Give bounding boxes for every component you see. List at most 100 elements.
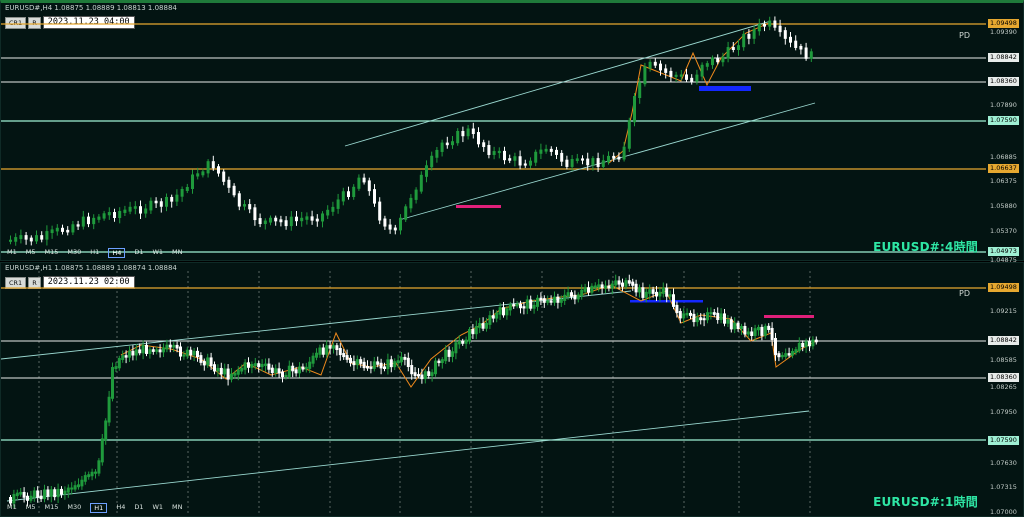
h4-candle-body — [232, 185, 236, 196]
h4-candle-body — [154, 200, 158, 204]
h1-candle-body — [209, 357, 213, 367]
h4-candle-body — [123, 209, 127, 213]
tf-mn[interactable]: MN — [172, 503, 182, 513]
h1-candle-body — [213, 364, 216, 372]
h1-candle-body — [355, 359, 359, 366]
h1-candle-body — [107, 396, 111, 423]
h1-candle-body — [794, 349, 798, 354]
price-tick: 1.07315 — [990, 483, 1017, 491]
h1-candle-body — [32, 490, 36, 498]
price-plot[interactable] — [1, 263, 986, 516]
h1-candle-body — [427, 371, 431, 376]
price-plot[interactable] — [1, 3, 986, 261]
pd-label: PD — [959, 289, 970, 298]
tf-h4[interactable]: H4 — [108, 248, 126, 258]
price-label: 1.08360 — [988, 77, 1019, 86]
h1-candle-body — [70, 487, 74, 490]
tf-d1[interactable]: D1 — [134, 503, 143, 513]
h1-candle-body — [90, 471, 94, 477]
tf-m5[interactable]: M5 — [26, 248, 36, 258]
h1-candle-body — [600, 284, 604, 289]
tf-h1[interactable]: H1 — [90, 248, 99, 258]
h1-candle-body — [301, 366, 305, 370]
h4-candle-body — [128, 206, 132, 212]
tf-m15[interactable]: M15 — [45, 248, 59, 258]
h4-candle-body — [477, 132, 480, 145]
h1-candle-body — [417, 374, 420, 377]
h4-candle-body — [768, 20, 772, 27]
h1-candle-body — [264, 363, 267, 366]
tf-m5[interactable]: M5 — [26, 503, 36, 513]
h4-candle-body — [633, 96, 636, 123]
h4-candle-body — [149, 200, 153, 211]
h4-candle-body — [794, 40, 798, 48]
tf-m30[interactable]: M30 — [67, 248, 81, 258]
h1-candle-body — [359, 359, 363, 364]
h4-candle-body — [742, 33, 746, 48]
h4-candle-body — [29, 237, 33, 242]
h1-candle-body — [233, 372, 237, 376]
price-tick: 1.08265 — [990, 383, 1017, 391]
tf-m1[interactable]: M1 — [7, 503, 17, 513]
tf-h1[interactable]: H1 — [90, 503, 108, 513]
h4-candle-body — [560, 152, 564, 162]
chart-panel-h1[interactable]: EURUSD#,H1 1.08875 1.08889 1.08874 1.088… — [0, 262, 1024, 517]
h4-candle-body — [305, 216, 309, 220]
h1-candle-body — [240, 367, 244, 372]
h1-candle-body — [73, 485, 77, 490]
h1-candle-body — [230, 373, 233, 380]
h4-candle-body — [440, 142, 444, 152]
h1-candle-body — [206, 357, 210, 366]
h4-candle-body — [50, 229, 54, 234]
h4-candle-body — [170, 196, 174, 202]
tf-mn[interactable]: MN — [172, 248, 182, 258]
h1-candle-body — [777, 353, 781, 358]
h1-candle-body — [162, 347, 165, 353]
h1-candle-body — [179, 346, 182, 357]
h1-candle-body — [158, 349, 162, 353]
tf-m1[interactable]: M1 — [7, 248, 17, 258]
h4-candle-body — [539, 149, 543, 154]
h1-candle-body — [63, 490, 67, 495]
h1-candle-body — [702, 318, 706, 321]
h1-candle-body — [338, 348, 342, 356]
h1-candle-body — [440, 359, 444, 364]
h4-candle-body — [690, 77, 694, 82]
h1-candle-body — [774, 337, 777, 356]
tf-w1[interactable]: W1 — [152, 248, 163, 258]
h4-candle-body — [133, 206, 137, 209]
h1-candle-body — [219, 367, 223, 375]
h4-candle-body — [414, 189, 418, 200]
h4-candle-body — [778, 25, 782, 33]
h1-candle-body — [814, 339, 818, 343]
tf-d1[interactable]: D1 — [134, 248, 143, 258]
price-tick: 1.06375 — [990, 177, 1017, 185]
h4-candle-body — [659, 63, 662, 71]
tf-w1[interactable]: W1 — [152, 503, 163, 513]
h4-candle-body — [601, 160, 605, 167]
tf-m15[interactable]: M15 — [45, 503, 59, 513]
h4-candle-body — [487, 145, 491, 155]
h1-candle-body — [651, 289, 655, 294]
h1-candle-body — [318, 347, 322, 355]
h1-candle-body — [454, 342, 458, 354]
h1-candle-body — [80, 479, 84, 487]
chart-panel-h4[interactable]: EURUSD#,H4 1.08875 1.08889 1.08813 1.088… — [0, 0, 1024, 264]
h1-candle-body — [260, 363, 264, 368]
h1-candle-body — [298, 366, 301, 374]
tf-m30[interactable]: M30 — [67, 503, 81, 513]
h1-candle-body — [627, 280, 631, 284]
h1-candle-body — [505, 308, 509, 316]
h4-candle-body — [118, 210, 122, 218]
price-label: 1.09498 — [988, 283, 1019, 292]
tf-h4[interactable]: H4 — [116, 503, 125, 513]
h4-candle-body — [591, 158, 595, 166]
h1-candle-body — [291, 365, 295, 372]
h4-candle-body — [456, 130, 460, 144]
h1-candle-body — [49, 489, 53, 497]
h4-candle-body — [679, 74, 683, 77]
h4-candle-body — [71, 224, 75, 233]
h1-candle-body — [570, 292, 573, 297]
h4-candle-body — [107, 212, 111, 216]
h1-candle-body — [678, 311, 682, 319]
